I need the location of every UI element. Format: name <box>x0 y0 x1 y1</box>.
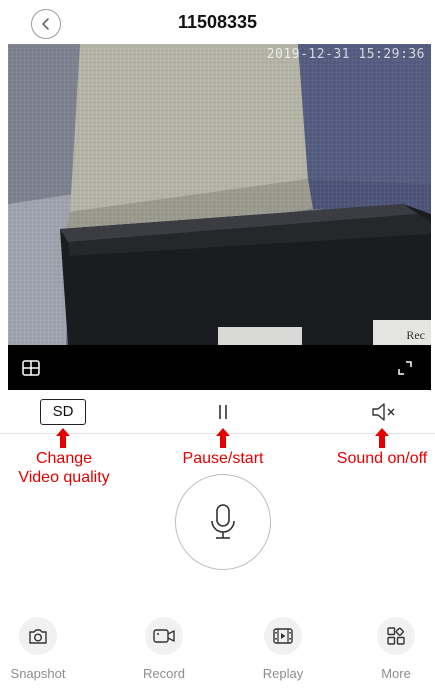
sound-toggle-button[interactable] <box>370 401 398 423</box>
header: 11508335 <box>0 0 435 44</box>
video-frame-image <box>8 44 431 345</box>
microphone-icon <box>211 504 235 539</box>
film-icon <box>273 628 293 644</box>
quality-button[interactable]: SD <box>40 399 86 425</box>
pause-icon <box>219 405 227 419</box>
fullscreen-icon <box>398 361 412 375</box>
record-label: Record <box>143 666 185 681</box>
arrow-up-icon <box>216 428 230 448</box>
more-button[interactable]: More <box>356 617 435 681</box>
video-timestamp: 2019-12-31 15:29:36 <box>266 47 425 62</box>
video-feed[interactable]: 2019-12-31 15:29:36 Rec <box>8 44 431 345</box>
arrow-up-icon <box>56 428 70 448</box>
annotation-sound: Sound on/off <box>336 450 428 467</box>
grid-icon <box>22 360 40 376</box>
more-grid-icon <box>387 627 405 645</box>
fullscreen-button[interactable] <box>394 357 416 379</box>
annotation-quality: Change Video quality <box>18 450 110 486</box>
annotation-pause: Pause/start <box>182 450 264 467</box>
split-view-button[interactable] <box>20 357 42 379</box>
camera-icon <box>29 629 47 644</box>
page-title: 11508335 <box>177 12 258 32</box>
replay-label: Replay <box>262 666 304 681</box>
video-camera-icon <box>153 629 175 643</box>
replay-button[interactable]: Replay <box>243 617 323 681</box>
more-label: More <box>381 666 411 681</box>
snapshot-label: Snapshot <box>10 666 66 681</box>
video-toolbar <box>8 345 431 390</box>
pause-button[interactable] <box>213 401 233 423</box>
arrow-up-icon <box>375 428 389 448</box>
snapshot-button[interactable]: Snapshot <box>0 617 78 681</box>
record-button[interactable]: Record <box>124 617 204 681</box>
rec-label: Rec <box>406 328 425 342</box>
speaker-muted-icon <box>372 403 395 421</box>
microphone-button[interactable] <box>175 474 271 570</box>
